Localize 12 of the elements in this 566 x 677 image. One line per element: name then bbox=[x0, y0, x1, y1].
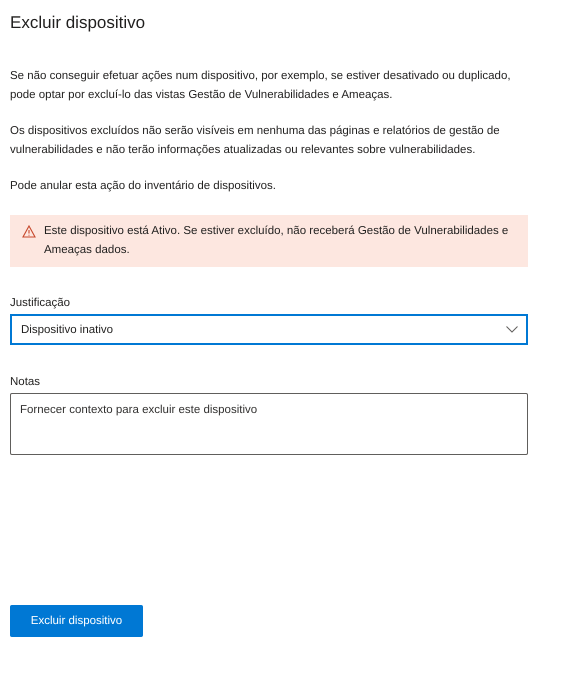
field-label: Justificação bbox=[10, 297, 72, 309]
description-text: Se não conseguir efetuar ações num dispositivo, por exemplo, se estiver desativado ou duplicado, pode optar por excluí-lo das vistas Gestão de Vulnerabilidades e Ameaças. bbox=[10, 69, 512, 103]
description-text: Pode anular esta ação do inventário de dispositivos. bbox=[10, 179, 277, 194]
exclude-device-button[interactable]: Excluir dispositivo bbox=[10, 605, 143, 637]
field-label: Notas bbox=[10, 376, 42, 388]
warning-icon bbox=[22, 225, 36, 238]
chevron-down-icon bbox=[506, 326, 518, 333]
justification-dropdown[interactable]: Dispositivo inativo bbox=[10, 314, 528, 345]
description-text: Os dispositivos excluídos não serão visíveis em nenhuma das páginas e relatórios de gestão de vulnerabilidades e não terão informações atualizadas ou relevantes sobre vulnerabilidades. bbox=[10, 124, 501, 158]
panel-title: Excluir dispositivo bbox=[10, 13, 146, 33]
warning-text: Este dispositivo está Ativo. Se estiver excluído, não receberá Gestão de Vulnerabilidades e Ameaças dados. bbox=[44, 224, 510, 258]
notes-field[interactable]: Fornecer contexto para excluir este dispositivo bbox=[10, 393, 528, 455]
